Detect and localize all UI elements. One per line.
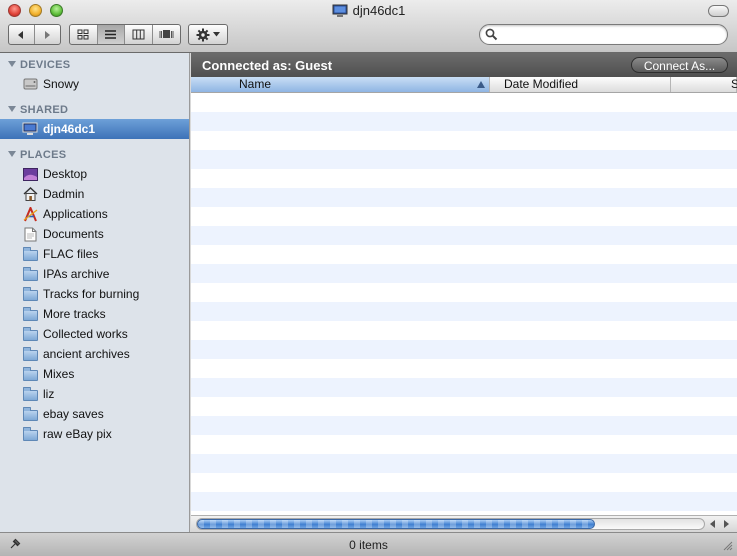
search-icon: [485, 28, 498, 41]
disclosure-triangle-icon[interactable]: [8, 151, 16, 157]
home-icon: [22, 186, 38, 202]
folder-icon: [22, 406, 38, 422]
list-view-button[interactable]: [97, 25, 125, 44]
sidebar-item-flac-files[interactable]: FLAC files: [0, 244, 189, 264]
search-input[interactable]: [502, 27, 721, 43]
sidebar-item-applications[interactable]: Applications: [0, 204, 189, 224]
sidebar-item-documents[interactable]: Documents: [0, 224, 189, 244]
connect-as-button[interactable]: Connect As...: [631, 57, 728, 73]
finder-window: djn46dc1 DEVICES Snowy SHARED djn46dc1 P…: [0, 0, 737, 556]
disclosure-triangle-icon[interactable]: [8, 61, 16, 67]
folder-icon: [22, 386, 38, 402]
folder-icon: [22, 246, 38, 262]
sidebar-item-mixes[interactable]: Mixes: [0, 364, 189, 384]
window-title: djn46dc1: [0, 3, 737, 21]
icon-view-icon: [77, 29, 89, 40]
sidebar-item-dadmin[interactable]: Dadmin: [0, 184, 189, 204]
toolbar: djn46dc1: [0, 0, 737, 53]
chevron-down-icon: [213, 32, 220, 37]
sidebar: DEVICES Snowy SHARED djn46dc1 PLACES Des…: [0, 53, 190, 532]
list-view-icon: [105, 30, 117, 39]
resize-grip-icon[interactable]: [722, 540, 733, 554]
icon-view-button[interactable]: [70, 25, 98, 44]
file-list[interactable]: [191, 93, 737, 515]
search-field[interactable]: [479, 24, 728, 45]
sidebar-section-places[interactable]: PLACES: [0, 149, 66, 165]
sidebar-item-djn46dc1[interactable]: djn46dc1: [0, 119, 189, 139]
sidebar-item-ipas-archive[interactable]: IPAs archive: [0, 264, 189, 284]
back-arrow-icon: [18, 30, 24, 39]
folder-icon: [22, 426, 38, 442]
status-bar: 0 items: [0, 532, 737, 556]
sidebar-section-devices[interactable]: DEVICES: [0, 59, 70, 75]
connection-bar: Connected as: Guest Connect As...: [191, 53, 737, 77]
sidebar-item-liz[interactable]: liz: [0, 384, 189, 404]
sidebar-item-tracks-for-burning[interactable]: Tracks for burning: [0, 284, 189, 304]
sidebar-item-more-tracks[interactable]: More tracks: [0, 304, 189, 324]
gear-icon: [196, 28, 210, 41]
cover-flow-view-button[interactable]: [153, 25, 180, 44]
sidebar-item-desktop[interactable]: Desktop: [0, 164, 189, 184]
sidebar-item-snowy[interactable]: Snowy: [0, 74, 189, 94]
scrollbar-thumb[interactable]: [197, 519, 595, 529]
cover-flow-view-icon: [159, 30, 174, 38]
view-mode-control: [69, 24, 181, 45]
network-computer-icon: [22, 121, 38, 137]
sidebar-item-ebay-saves[interactable]: ebay saves: [0, 404, 189, 424]
sidebar-section-shared[interactable]: SHARED: [0, 104, 68, 120]
scroll-left-arrow-icon[interactable]: [710, 520, 715, 528]
network-computer-icon: [332, 4, 348, 21]
sort-ascending-icon: [477, 81, 485, 88]
sidebar-item-raw-ebay-pix[interactable]: raw eBay pix: [0, 424, 189, 444]
horizontal-scrollbar[interactable]: [191, 515, 737, 532]
connected-as-label: Connected as: Guest: [202, 58, 333, 73]
folder-icon: [22, 366, 38, 382]
column-view-button[interactable]: [125, 25, 153, 44]
back-button[interactable]: [9, 25, 35, 44]
column-header-date-modified[interactable]: Date Modified: [490, 77, 671, 92]
documents-icon: [22, 226, 38, 242]
back-forward-control: [8, 24, 61, 45]
column-view-icon: [132, 29, 145, 40]
forward-button[interactable]: [35, 25, 60, 44]
forward-arrow-icon: [45, 30, 51, 39]
folder-icon: [22, 286, 38, 302]
folder-icon: [22, 346, 38, 362]
sidebar-item-ancient-archives[interactable]: ancient archives: [0, 344, 189, 364]
hard-drive-icon: [22, 76, 38, 92]
desktop-icon: [22, 166, 38, 182]
scroll-right-arrow-icon[interactable]: [724, 520, 729, 528]
column-header-size[interactable]: S: [671, 77, 737, 92]
action-menu-button[interactable]: [188, 24, 228, 45]
toolbar-toggle-button[interactable]: [708, 5, 729, 17]
applications-icon: [22, 206, 38, 222]
column-header-row: Name Date Modified S: [191, 77, 737, 93]
sidebar-item-collected-works[interactable]: Collected works: [0, 324, 189, 344]
folder-icon: [22, 326, 38, 342]
disclosure-triangle-icon[interactable]: [8, 106, 16, 112]
folder-icon: [22, 266, 38, 282]
item-count: 0 items: [349, 538, 388, 552]
window-title-text: djn46dc1: [352, 3, 406, 18]
folder-icon: [22, 306, 38, 322]
column-header-name[interactable]: Name: [191, 77, 490, 92]
